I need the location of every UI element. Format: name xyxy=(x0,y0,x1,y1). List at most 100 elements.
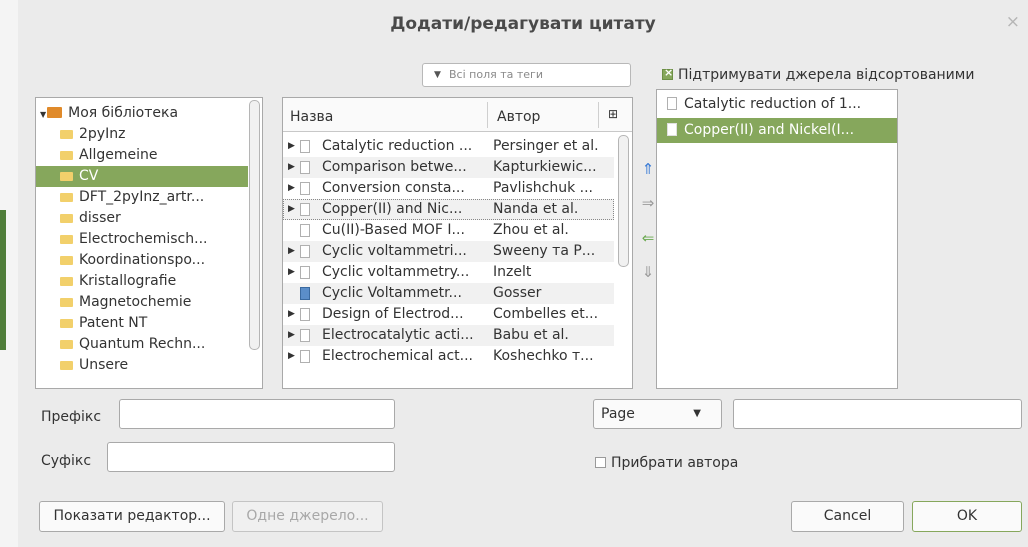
search-field[interactable]: ▼ Всі поля та теги xyxy=(422,63,631,87)
citation-item[interactable]: Copper(II) and Nickel(I... xyxy=(657,118,897,143)
single-source-button[interactable]: Одне джерело... xyxy=(232,501,383,532)
document-icon xyxy=(300,203,310,216)
show-editor-button[interactable]: Показати редактор... xyxy=(39,501,225,532)
library-folder-item[interactable]: Magnetochemie xyxy=(36,292,248,313)
library-folder-item[interactable]: Kristallografie xyxy=(36,271,248,292)
suffix-input[interactable] xyxy=(107,442,395,472)
library-folder-item[interactable]: DFT_2pyInz_artr... xyxy=(36,187,248,208)
folder-icon xyxy=(60,340,73,349)
library-folder-item[interactable]: Allgemeine xyxy=(36,145,248,166)
folder-icon xyxy=(60,172,73,181)
dropdown-arrow-icon: ▼ xyxy=(693,408,701,419)
item-author: Nanda et al. xyxy=(493,201,579,217)
expand-arrow-icon[interactable]: ▶ xyxy=(288,346,295,367)
close-icon[interactable]: × xyxy=(1006,12,1020,32)
column-header-title[interactable]: Назва xyxy=(290,109,333,125)
prefix-label: Префікс xyxy=(41,409,102,425)
library-folder-item[interactable]: Unsere xyxy=(36,355,248,376)
item-row[interactable]: Cu(II)-Based MOF I... Zhou et al. xyxy=(283,220,614,241)
library-folder-item[interactable]: Patent NT xyxy=(36,313,248,334)
remove-citation-arrow-icon[interactable]: ⇐ xyxy=(640,229,656,247)
locator-type-select[interactable]: Page ▼ xyxy=(593,399,722,429)
search-placeholder: Всі поля та теги xyxy=(449,68,543,81)
item-row[interactable]: ▶ Cyclic voltammetri... Sweeny та Р... xyxy=(283,241,614,262)
item-title: Electrocatalytic acti... xyxy=(322,327,474,343)
suppress-author-checkbox[interactable] xyxy=(595,457,606,468)
locator-input[interactable] xyxy=(733,399,1022,429)
folder-icon xyxy=(60,277,73,286)
move-up-arrow-icon[interactable]: ⇑ xyxy=(640,160,656,178)
item-author: Koshechko т... xyxy=(493,348,594,364)
folder-icon xyxy=(60,298,73,307)
prefix-input[interactable] xyxy=(119,399,395,429)
keep-sorted-option[interactable]: Підтримувати джерела відсортованими xyxy=(662,66,975,83)
library-scrollbar[interactable] xyxy=(249,100,260,350)
library-folder-item[interactable]: 2pyInz xyxy=(36,124,248,145)
item-row[interactable]: ▶ Electrochemical act... Koshechko т... xyxy=(283,346,614,367)
column-picker-icon[interactable]: ⊞ xyxy=(608,107,618,121)
citation-item[interactable]: Catalytic reduction of 1... xyxy=(657,92,897,117)
document-icon xyxy=(300,266,310,279)
item-row[interactable]: ▶ Catalytic reduction ... Persinger et al. xyxy=(283,136,614,157)
expand-arrow-icon[interactable]: ▶ xyxy=(288,262,295,283)
folder-icon xyxy=(60,214,73,223)
library-folder-label: Unsere xyxy=(79,357,129,373)
suppress-author-option[interactable]: Прибрати автора xyxy=(595,455,738,471)
item-row[interactable]: Cyclic Voltammetr... Gosser xyxy=(283,283,614,304)
expand-arrow-icon[interactable]: ▶ xyxy=(288,304,295,325)
item-row[interactable]: ▶ Cyclic voltammetry... Inzelt xyxy=(283,262,614,283)
expand-arrow-icon[interactable]: ▶ xyxy=(288,136,295,157)
expand-arrow-icon[interactable]: ▼ xyxy=(40,110,46,119)
expand-arrow-icon[interactable]: ▶ xyxy=(288,325,295,346)
item-title: Cu(II)-Based MOF I... xyxy=(322,222,465,238)
item-row[interactable]: ▶ Design of Electrod... Combelles et... xyxy=(283,304,614,325)
items-scrollbar[interactable] xyxy=(618,135,629,267)
column-header-author[interactable]: Автор xyxy=(497,109,540,125)
items-list[interactable]: Назва Автор ⊞ ▶ Catalytic reduction ... Pe… xyxy=(282,97,633,389)
item-author: Combelles et... xyxy=(493,306,599,322)
citation-dialog: Додати/редагувати цитату × ▼ Всі поля та… xyxy=(18,0,1028,547)
document-icon xyxy=(300,161,310,174)
document-icon xyxy=(300,329,310,342)
item-row[interactable]: ▶ Conversion consta... Pavlishchuk ... xyxy=(283,178,614,199)
keep-sorted-checkbox[interactable] xyxy=(662,66,673,80)
item-title: Catalytic reduction ... xyxy=(322,138,473,154)
search-mode-dropdown-icon[interactable]: ▼ xyxy=(434,64,441,86)
expand-arrow-icon[interactable]: ▶ xyxy=(288,199,295,220)
library-folder-item[interactable]: CV xyxy=(36,166,248,187)
item-title: Cyclic voltammetri... xyxy=(322,243,467,259)
cancel-button[interactable]: Cancel xyxy=(791,501,904,532)
expand-arrow-icon[interactable]: ▶ xyxy=(288,178,295,199)
citation-label: Catalytic reduction of 1... xyxy=(684,96,862,112)
item-title: Comparison betwe... xyxy=(322,159,467,175)
item-author: Inzelt xyxy=(493,264,532,280)
library-root-item[interactable]: ▼ Моя бібліотека xyxy=(36,103,248,124)
item-row[interactable]: ▶ Electrocatalytic acti... Babu et al. xyxy=(283,325,614,346)
ok-button[interactable]: OK xyxy=(912,501,1022,532)
folder-icon xyxy=(60,151,73,160)
locator-type-value: Page xyxy=(601,406,635,422)
library-folder-item[interactable]: Koordinationspo... xyxy=(36,250,248,271)
item-author: Gosser xyxy=(493,285,542,301)
library-tree[interactable]: ▼ Моя бібліотека 2pyInz Allgemeine CV DFT_2p… xyxy=(35,97,263,389)
library-folder-label: Quantum Rechn... xyxy=(79,336,206,352)
keep-sorted-label: Підтримувати джерела відсортованими xyxy=(678,67,975,83)
expand-arrow-icon[interactable]: ▶ xyxy=(288,241,295,262)
expand-arrow-icon[interactable]: ▶ xyxy=(288,157,295,178)
item-title: Copper(II) and Nic... xyxy=(322,201,463,217)
add-citation-arrow-icon[interactable]: ⇒ xyxy=(640,194,656,212)
library-folder-item[interactable]: Electrochemisch... xyxy=(36,229,248,250)
library-folder-icon xyxy=(47,107,63,118)
item-author: Sweeny та Р... xyxy=(493,243,596,259)
item-row[interactable]: ▶ Copper(II) and Nic... Nanda et al. xyxy=(283,199,614,220)
library-folder-item[interactable]: disser xyxy=(36,208,248,229)
item-title: Electrochemical act... xyxy=(322,348,473,364)
dialog-title: Додати/редагувати цитату xyxy=(390,14,656,34)
move-down-arrow-icon[interactable]: ⇓ xyxy=(640,263,656,281)
folder-icon xyxy=(60,256,73,265)
library-folder-label: Allgemeine xyxy=(79,147,158,163)
citations-list[interactable]: Catalytic reduction of 1... Copper(II) an… xyxy=(656,89,898,389)
item-row[interactable]: ▶ Comparison betwe... Kapturkiewic... xyxy=(283,157,614,178)
suffix-label: Суфікс xyxy=(41,453,92,469)
library-folder-item[interactable]: Quantum Rechn... xyxy=(36,334,248,355)
